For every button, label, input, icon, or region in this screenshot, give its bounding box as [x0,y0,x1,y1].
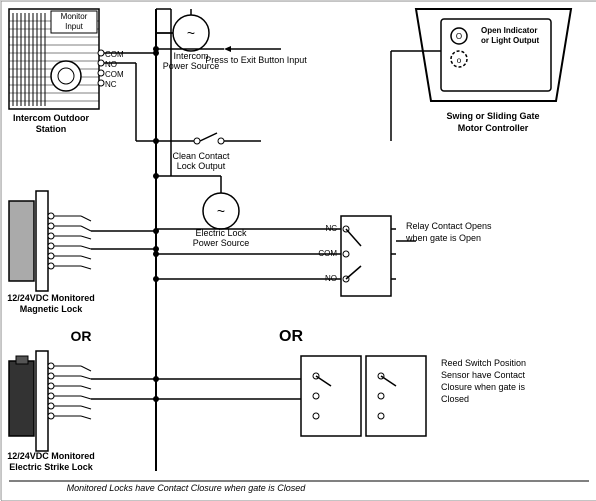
svg-text:Sensor have Contact: Sensor have Contact [441,370,526,380]
svg-text:Press to Exit Button Input: Press to Exit Button Input [205,55,307,65]
svg-text:NC: NC [105,80,117,89]
svg-text:when gate is Open: when gate is Open [405,233,481,243]
svg-text:Intercom Outdoor: Intercom Outdoor [13,113,89,123]
svg-text:Relay Contact Opens: Relay Contact Opens [406,221,492,231]
svg-text:Power Source: Power Source [193,238,250,248]
svg-text:Swing or Sliding Gate: Swing or Sliding Gate [446,111,539,121]
svg-text:Input: Input [65,22,84,31]
svg-text:Monitored Locks have Contact C: Monitored Locks have Contact Closure whe… [67,483,307,493]
svg-text:12/24VDC Monitored: 12/24VDC Monitored [7,293,95,303]
svg-text:Lock Output: Lock Output [177,161,226,171]
svg-text:12/24VDC Monitored: 12/24VDC Monitored [7,451,95,461]
svg-text:o: o [457,56,462,65]
svg-text:Intercom: Intercom [173,51,208,61]
svg-text:NO: NO [105,60,117,69]
svg-text:Monitor: Monitor [61,12,88,21]
svg-text:COM: COM [105,50,124,59]
svg-text:COM: COM [105,70,124,79]
svg-text:Electric Strike Lock: Electric Strike Lock [9,462,94,472]
wiring-diagram: Monitor Input COM NO COM NC Intercom Out… [0,0,596,500]
svg-text:~: ~ [187,25,195,41]
svg-text:OR: OR [71,328,92,344]
svg-text:Magnetic Lock: Magnetic Lock [20,304,84,314]
svg-text:or Light Output: or Light Output [481,36,540,45]
svg-text:OR: OR [279,328,303,345]
svg-text:Closure when gate is: Closure when gate is [441,382,526,392]
svg-text:Open Indicator: Open Indicator [481,26,537,35]
svg-text:Motor Controller: Motor Controller [458,123,529,133]
svg-text:~: ~ [217,203,225,219]
svg-text:Station: Station [36,124,67,134]
svg-text:O: O [456,32,462,41]
svg-text:Clean Contact: Clean Contact [172,151,230,161]
svg-text:Reed Switch Position: Reed Switch Position [441,358,526,368]
svg-text:Closed: Closed [441,394,469,404]
